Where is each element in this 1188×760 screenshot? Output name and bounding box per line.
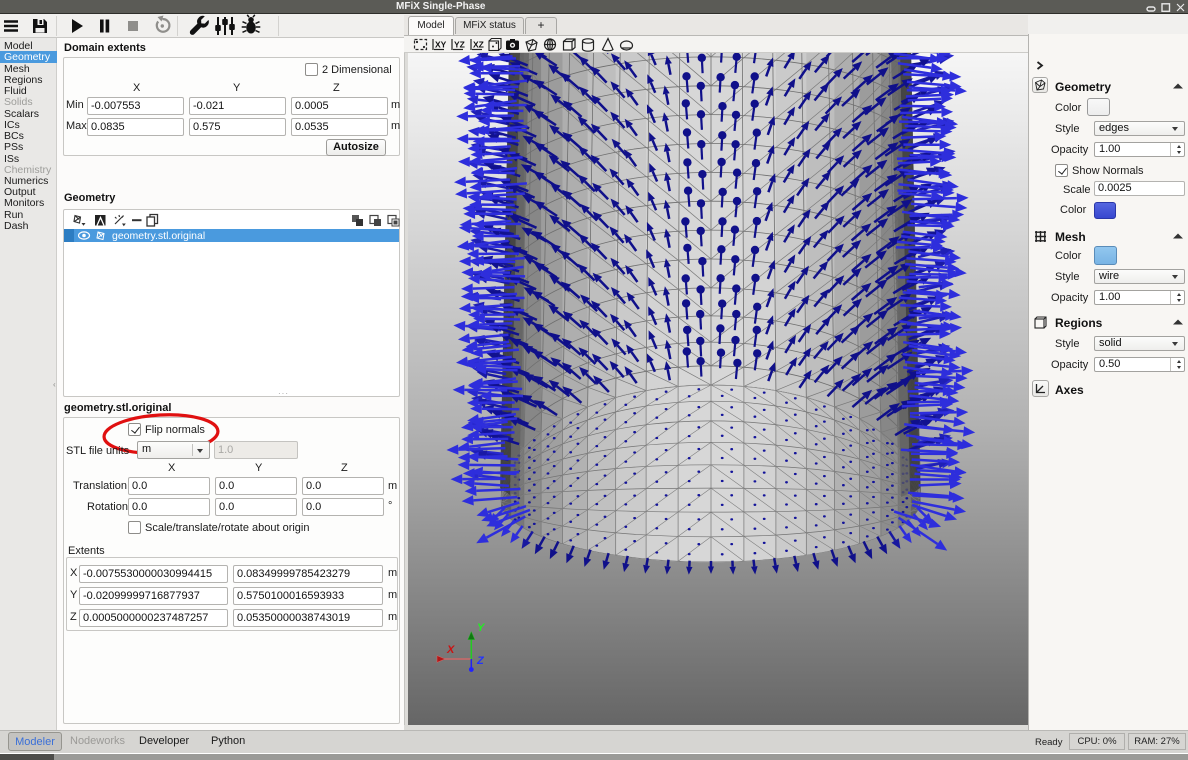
svg-text:YZ: YZ — [454, 40, 465, 50]
svg-text:XZ: XZ — [473, 40, 484, 50]
svg-text:Z: Z — [476, 655, 485, 667]
svg-text:XY: XY — [435, 40, 447, 50]
svg-text:X: X — [446, 644, 455, 656]
